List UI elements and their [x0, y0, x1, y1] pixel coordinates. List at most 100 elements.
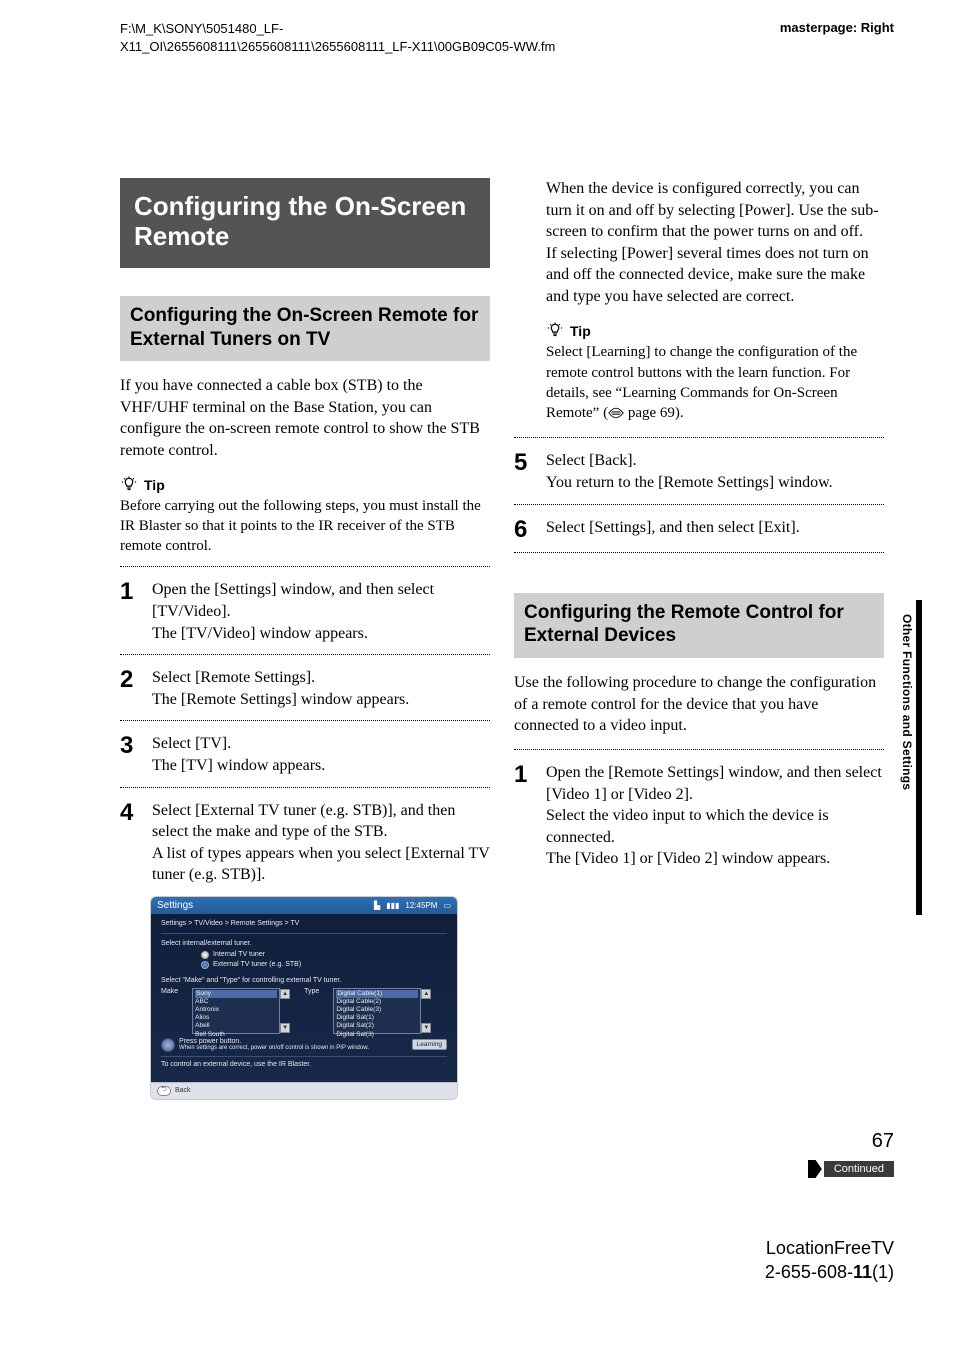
footer-product-name: LocationFreeTV	[766, 1238, 894, 1259]
ss-make-label: Make	[161, 988, 178, 995]
ss-make-list[interactable]: Sony ABC Antronix Alios Abell Bell South…	[192, 988, 280, 1034]
divider	[514, 504, 884, 505]
battery-icon: ▮▮▮	[386, 901, 399, 910]
ss-make-type-row: Make Sony ABC Antronix Alios Abell Bell …	[161, 988, 447, 1034]
tip-label: Tip	[570, 322, 591, 341]
step-number: 1	[514, 762, 532, 787]
scroll-up-icon[interactable]: ▲	[280, 989, 290, 999]
side-tab: Other Functions and Settings	[898, 600, 916, 915]
ss-divider	[161, 933, 447, 934]
power-button-icon[interactable]	[161, 1038, 175, 1052]
step-text: You return to the [Remote Settings] wind…	[546, 474, 833, 491]
step-body: Select [External TV tuner (e.g. STB)], a…	[152, 800, 490, 886]
right-column: 4 When the device is configured correctl…	[514, 178, 884, 1100]
step-5: 5 Select [Back]. You return to the [Remo…	[514, 450, 884, 493]
ss-radio-internal[interactable]: Internal TV tuner	[201, 951, 447, 959]
step-text: Open the [Settings] window, and then sel…	[152, 581, 434, 620]
footer-doc-number: 2-655-608-11(1)	[765, 1262, 894, 1283]
divider	[514, 437, 884, 438]
list-item: ABC	[195, 998, 208, 1005]
ss-radio-label: Internal TV tuner	[213, 951, 265, 958]
ss-instruction: Select internal/external tuner.	[161, 940, 447, 947]
lightbulb-icon	[120, 476, 138, 494]
step-body: Select [Settings], and then select [Exit…	[546, 517, 884, 539]
list-item: Sony	[195, 990, 277, 998]
ss-power-line: When settings are correct, power on/off …	[179, 1045, 408, 1051]
continued-label: Continued	[824, 1161, 894, 1177]
tip-label: Tip	[144, 477, 165, 493]
ss-radio-label: External TV tuner (e.g. STB)	[213, 961, 301, 968]
step-text: When the device is configured correctly,…	[546, 180, 879, 240]
footer-doc-number-suffix: (1)	[872, 1262, 894, 1282]
ss-radio-external[interactable]: External TV tuner (e.g. STB)	[201, 961, 447, 969]
ss-time: 12:45PM	[405, 901, 437, 910]
ss-power-line: Press power button.	[179, 1038, 408, 1045]
learning-button[interactable]: Learning	[412, 1039, 447, 1050]
footer-doc-number-bold: 11	[853, 1262, 872, 1282]
ss-divider	[161, 1056, 447, 1057]
step-text: Select the video input to which the devi…	[546, 807, 829, 846]
list-item: Alios	[195, 1014, 209, 1021]
side-tab-bar	[916, 600, 922, 915]
step-text: Select [TV].	[152, 735, 231, 752]
radio-icon	[201, 951, 209, 959]
divider	[120, 787, 490, 788]
scroll-up-icon[interactable]: ▲	[421, 989, 431, 999]
divider	[514, 749, 884, 750]
ss-breadcrumb: Settings > TV/Video > Remote Settings > …	[161, 920, 447, 927]
list-item: Abell	[195, 1022, 209, 1029]
list-item: Antronix	[195, 1006, 219, 1013]
scroll-down-icon[interactable]: ▼	[421, 1023, 431, 1033]
scroll-down-icon[interactable]: ▼	[280, 1023, 290, 1033]
tip-heading: Tip	[546, 322, 884, 341]
ss-status-area: ▙ ▮▮▮ 12:45PM ▭	[374, 901, 451, 910]
step-text: Open the [Remote Settings] window, and t…	[546, 764, 882, 803]
intro-paragraph: If you have connected a cable box (STB) …	[120, 375, 490, 461]
ss-content: Settings > TV/Video > Remote Settings > …	[151, 914, 457, 1082]
intro-paragraph-2: Use the following procedure to change th…	[514, 672, 884, 737]
list-item: Bell South	[195, 1031, 225, 1038]
step-number: 5	[514, 450, 532, 475]
side-tab-label: Other Functions and Settings	[900, 614, 914, 790]
step-body: Select [Remote Settings]. The [Remote Se…	[152, 667, 490, 710]
header-filepath: F:\M_K\SONY\5051480_LF- X11_OI\265560811…	[120, 20, 555, 55]
continued-indicator: Continued	[808, 1160, 894, 1178]
back-button-icon[interactable]: ⮌	[157, 1086, 171, 1096]
ss-power-text: Press power button. When settings are co…	[179, 1038, 408, 1051]
tip-text: Before carrying out the following steps,…	[120, 496, 490, 557]
divider	[514, 552, 884, 553]
step-text: If selecting [Power] several times does …	[546, 245, 869, 305]
ss-title: Settings	[157, 900, 193, 911]
page-number: 67	[872, 1130, 894, 1153]
step-text: The [TV/Video] window appears.	[152, 625, 368, 642]
step-number: 4	[120, 800, 138, 825]
step-body: Open the [Remote Settings] window, and t…	[546, 762, 884, 870]
step-3: 3 Select [TV]. The [TV] window appears.	[120, 733, 490, 776]
spacer	[514, 565, 884, 593]
step-number: 6	[514, 517, 532, 542]
divider	[120, 566, 490, 567]
step-body: Open the [Settings] window, and then sel…	[152, 579, 490, 644]
section-title-external-devices: Configuring the Remote Control for Exter…	[514, 593, 884, 659]
step-number: 3	[120, 733, 138, 758]
ss-titlebar: Settings ▙ ▮▮▮ 12:45PM ▭	[151, 897, 457, 914]
divider	[120, 720, 490, 721]
header-path-line2: X11_OI\2655608111\2655608111\2655608111_…	[120, 39, 555, 54]
step-number: 1	[120, 579, 138, 604]
continued-arrow-icon	[808, 1160, 822, 1178]
step-4-continued: 4 When the device is configured correctl…	[514, 178, 884, 427]
list-item: Digital Sat(2)	[336, 1022, 374, 1029]
ss-type-list[interactable]: Digital Cable(1) Digital Cable(2) Digita…	[333, 988, 421, 1034]
tip-heading: Tip	[120, 476, 490, 494]
tip-text-part: Select [Learning] to change the configur…	[546, 344, 857, 421]
step-body: Select [TV]. The [TV] window appears.	[152, 733, 490, 776]
step-1-section2: 1 Open the [Remote Settings] window, and…	[514, 762, 884, 870]
step-text: A list of types appears when you select …	[152, 845, 490, 884]
divider	[120, 654, 490, 655]
step-4: 4 Select [External TV tuner (e.g. STB)],…	[120, 800, 490, 886]
tip-text-part: page 69).	[624, 405, 684, 421]
ss-power-row: Press power button. When settings are co…	[161, 1038, 447, 1052]
step-text: Select [External TV tuner (e.g. STB)], a…	[152, 802, 455, 841]
ss-type-label: Type	[304, 988, 319, 995]
main-title: Configuring the On-Screen Remote	[120, 178, 490, 268]
